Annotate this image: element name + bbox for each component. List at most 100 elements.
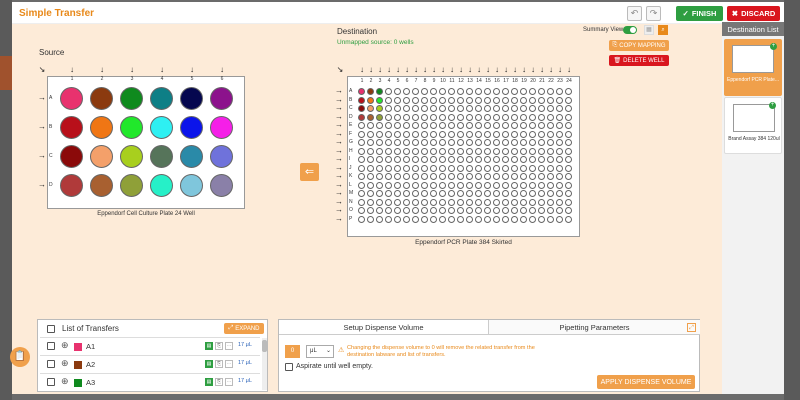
destination-well[interactable]	[502, 139, 509, 146]
row-checkbox[interactable]	[47, 342, 55, 350]
destination-well[interactable]	[376, 139, 383, 146]
column-arrow[interactable]: ↓	[67, 66, 77, 74]
row-arrow[interactable]: →	[335, 138, 343, 146]
destination-well[interactable]	[457, 215, 464, 223]
destination-well[interactable]	[484, 139, 491, 146]
destination-well[interactable]	[421, 215, 428, 223]
column-arrow[interactable]: ↓	[439, 66, 447, 74]
destination-well[interactable]	[457, 198, 464, 206]
more-options-icon[interactable]: ⋯	[225, 360, 233, 368]
discard-button[interactable]: ✖ DISCARD	[727, 6, 780, 21]
destination-well[interactable]	[547, 164, 554, 172]
destination-well[interactable]	[475, 164, 482, 172]
destination-well[interactable]	[502, 198, 509, 206]
destination-well[interactable]	[484, 122, 491, 129]
destination-well[interactable]	[520, 147, 527, 155]
column-arrow[interactable]: ↓	[556, 66, 564, 74]
destination-well[interactable]	[376, 156, 383, 163]
destination-well[interactable]	[475, 88, 482, 95]
destination-well[interactable]	[493, 190, 500, 197]
destination-well[interactable]	[403, 122, 410, 129]
column-arrow[interactable]: ↓	[127, 66, 137, 74]
destination-well[interactable]	[439, 164, 446, 172]
destination-well[interactable]	[376, 96, 383, 104]
destination-well[interactable]	[448, 122, 455, 129]
destination-well[interactable]	[439, 113, 446, 121]
destination-well[interactable]	[448, 113, 455, 121]
destination-well[interactable]	[430, 156, 437, 163]
destination-well[interactable]	[520, 156, 527, 163]
destination-well[interactable]	[421, 96, 428, 104]
destination-well[interactable]	[358, 147, 365, 155]
destination-well[interactable]	[421, 198, 428, 206]
destination-well[interactable]	[439, 122, 446, 129]
destination-well[interactable]	[565, 215, 572, 223]
column-arrow[interactable]: ↓	[97, 66, 107, 74]
destination-well[interactable]	[475, 139, 482, 146]
column-arrow[interactable]: ↓	[157, 66, 167, 74]
destination-well[interactable]	[529, 207, 536, 214]
destination-well[interactable]	[556, 147, 563, 155]
destination-well[interactable]	[529, 122, 536, 129]
destination-well[interactable]	[520, 198, 527, 206]
copy-row-icon[interactable]: ⎘	[215, 342, 223, 350]
aspirate-checkbox[interactable]	[285, 363, 293, 371]
destination-well[interactable]	[367, 122, 374, 129]
destination-well[interactable]	[412, 122, 419, 129]
destination-well[interactable]	[448, 190, 455, 197]
destination-well[interactable]	[358, 139, 365, 146]
source-well[interactable]	[60, 174, 83, 197]
destination-well[interactable]	[385, 164, 392, 172]
column-arrow[interactable]: ↓	[376, 66, 384, 74]
destination-well[interactable]	[565, 130, 572, 138]
destination-well[interactable]	[547, 113, 554, 121]
destination-well[interactable]	[439, 96, 446, 104]
destination-well[interactable]	[493, 207, 500, 214]
destination-well[interactable]	[556, 105, 563, 112]
destination-well[interactable]	[466, 147, 473, 155]
source-well[interactable]	[180, 174, 203, 197]
column-arrow[interactable]: ↓	[394, 66, 402, 74]
destination-well[interactable]	[448, 156, 455, 163]
unit-select[interactable]: μL ⌄	[306, 345, 334, 358]
column-arrow[interactable]: ↓	[448, 66, 456, 74]
destination-well[interactable]	[448, 105, 455, 112]
destination-well[interactable]	[394, 88, 401, 95]
destination-well[interactable]	[475, 215, 482, 223]
destination-well[interactable]	[502, 130, 509, 138]
destination-well[interactable]	[493, 130, 500, 138]
destination-well[interactable]	[421, 190, 428, 197]
destination-well[interactable]	[367, 215, 374, 223]
destination-well[interactable]	[457, 173, 464, 180]
select-all-arrow[interactable]: ↘	[336, 66, 344, 74]
source-well[interactable]	[90, 174, 113, 197]
destination-well[interactable]	[394, 190, 401, 197]
destination-well[interactable]	[421, 139, 428, 146]
destination-well[interactable]	[376, 113, 383, 121]
destination-well[interactable]	[493, 198, 500, 206]
destination-well[interactable]	[403, 181, 410, 189]
column-arrow[interactable]: ↓	[457, 66, 465, 74]
destination-well[interactable]	[547, 215, 554, 223]
destination-well[interactable]	[475, 113, 482, 121]
transfer-detail-button[interactable]: ▤	[205, 360, 213, 368]
destination-well[interactable]	[547, 190, 554, 197]
destination-well[interactable]	[484, 181, 491, 189]
destination-well[interactable]	[547, 105, 554, 112]
destination-well[interactable]	[538, 198, 545, 206]
destination-well[interactable]	[421, 130, 428, 138]
destination-well[interactable]	[358, 156, 365, 163]
destination-well[interactable]	[421, 164, 428, 172]
destination-well[interactable]	[493, 105, 500, 112]
destination-well[interactable]	[475, 198, 482, 206]
destination-well[interactable]	[457, 113, 464, 121]
destination-well[interactable]	[403, 105, 410, 112]
destination-well[interactable]	[538, 139, 545, 146]
destination-well[interactable]	[367, 181, 374, 189]
destination-well[interactable]	[457, 122, 464, 129]
destination-well[interactable]	[403, 113, 410, 121]
destination-well[interactable]	[412, 139, 419, 146]
destination-well[interactable]	[376, 130, 383, 138]
destination-well[interactable]	[448, 96, 455, 104]
destination-well[interactable]	[457, 130, 464, 138]
